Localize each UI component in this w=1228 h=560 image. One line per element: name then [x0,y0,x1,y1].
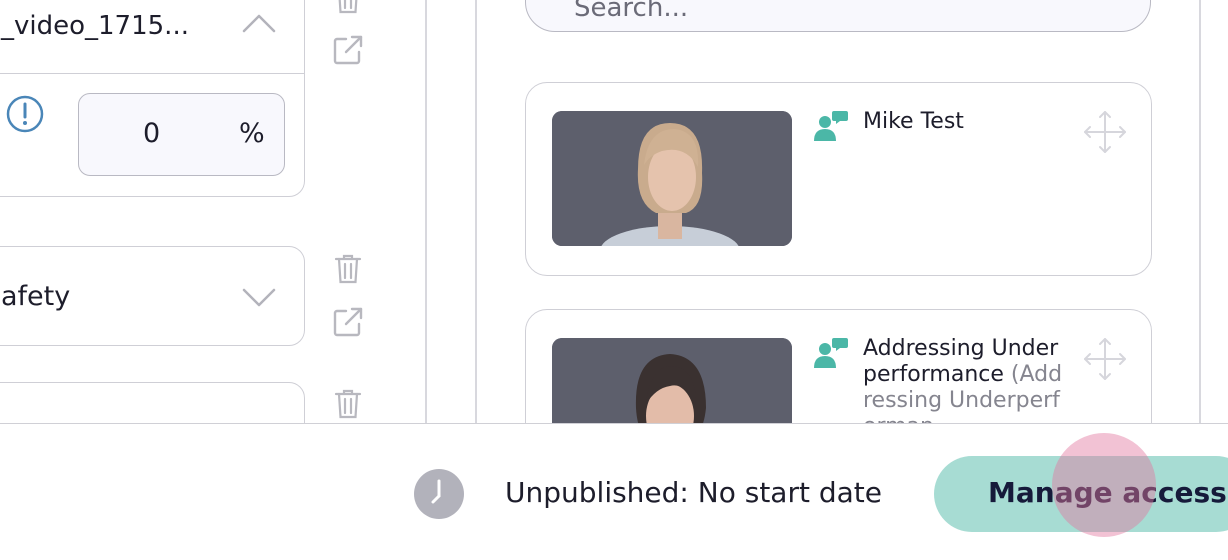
video-title: _video_1715... [1,11,189,41]
safety-label: afety [1,281,71,312]
left-panel: _video_1715... 0 % afety [0,0,426,423]
trash-icon[interactable] [331,387,365,421]
publish-status: Unpublished: No start date [505,476,882,509]
percent-unit: % [239,118,265,149]
scenario-card[interactable]: Mike Test [525,82,1152,276]
scenario-panel: Search... Mike Test Addressing Underperf… [476,0,1200,423]
clock-icon [414,469,464,519]
video-card: _video_1715... 0 % [0,0,305,197]
scenario-thumbnail [552,111,792,246]
percent-input[interactable]: 0 % [78,93,285,176]
scenario-card[interactable]: Addressing Underperformance (Addressing … [525,309,1152,423]
safety-card[interactable]: afety [0,246,305,346]
person-chat-icon [813,335,849,371]
scenario-title: Mike Test [863,109,1068,135]
trash-icon[interactable] [331,0,365,16]
percent-value: 0 [143,118,161,149]
collapsed-card[interactable] [0,382,305,423]
drag-handle-icon[interactable] [1082,336,1128,382]
chevron-up-icon[interactable] [242,13,276,33]
footer-bar: Unpublished: No start date Manage access [0,423,1228,560]
search-input[interactable]: Search... [525,0,1151,32]
scenario-title: Addressing Underperformance (Addressing … [863,336,1068,423]
info-icon[interactable] [5,94,45,134]
trash-icon[interactable] [331,252,365,286]
video-card-header[interactable]: _video_1715... [0,0,304,74]
column-divider [425,0,427,423]
click-indicator [1052,433,1156,537]
person-chat-icon [813,108,849,144]
external-link-icon[interactable] [331,33,365,67]
external-link-icon[interactable] [331,305,365,339]
search-placeholder: Search... [574,0,689,23]
scenario-name: Mike Test [863,109,964,134]
drag-handle-icon[interactable] [1082,109,1128,155]
chevron-down-icon[interactable] [242,287,276,307]
scenario-thumbnail [552,338,792,423]
